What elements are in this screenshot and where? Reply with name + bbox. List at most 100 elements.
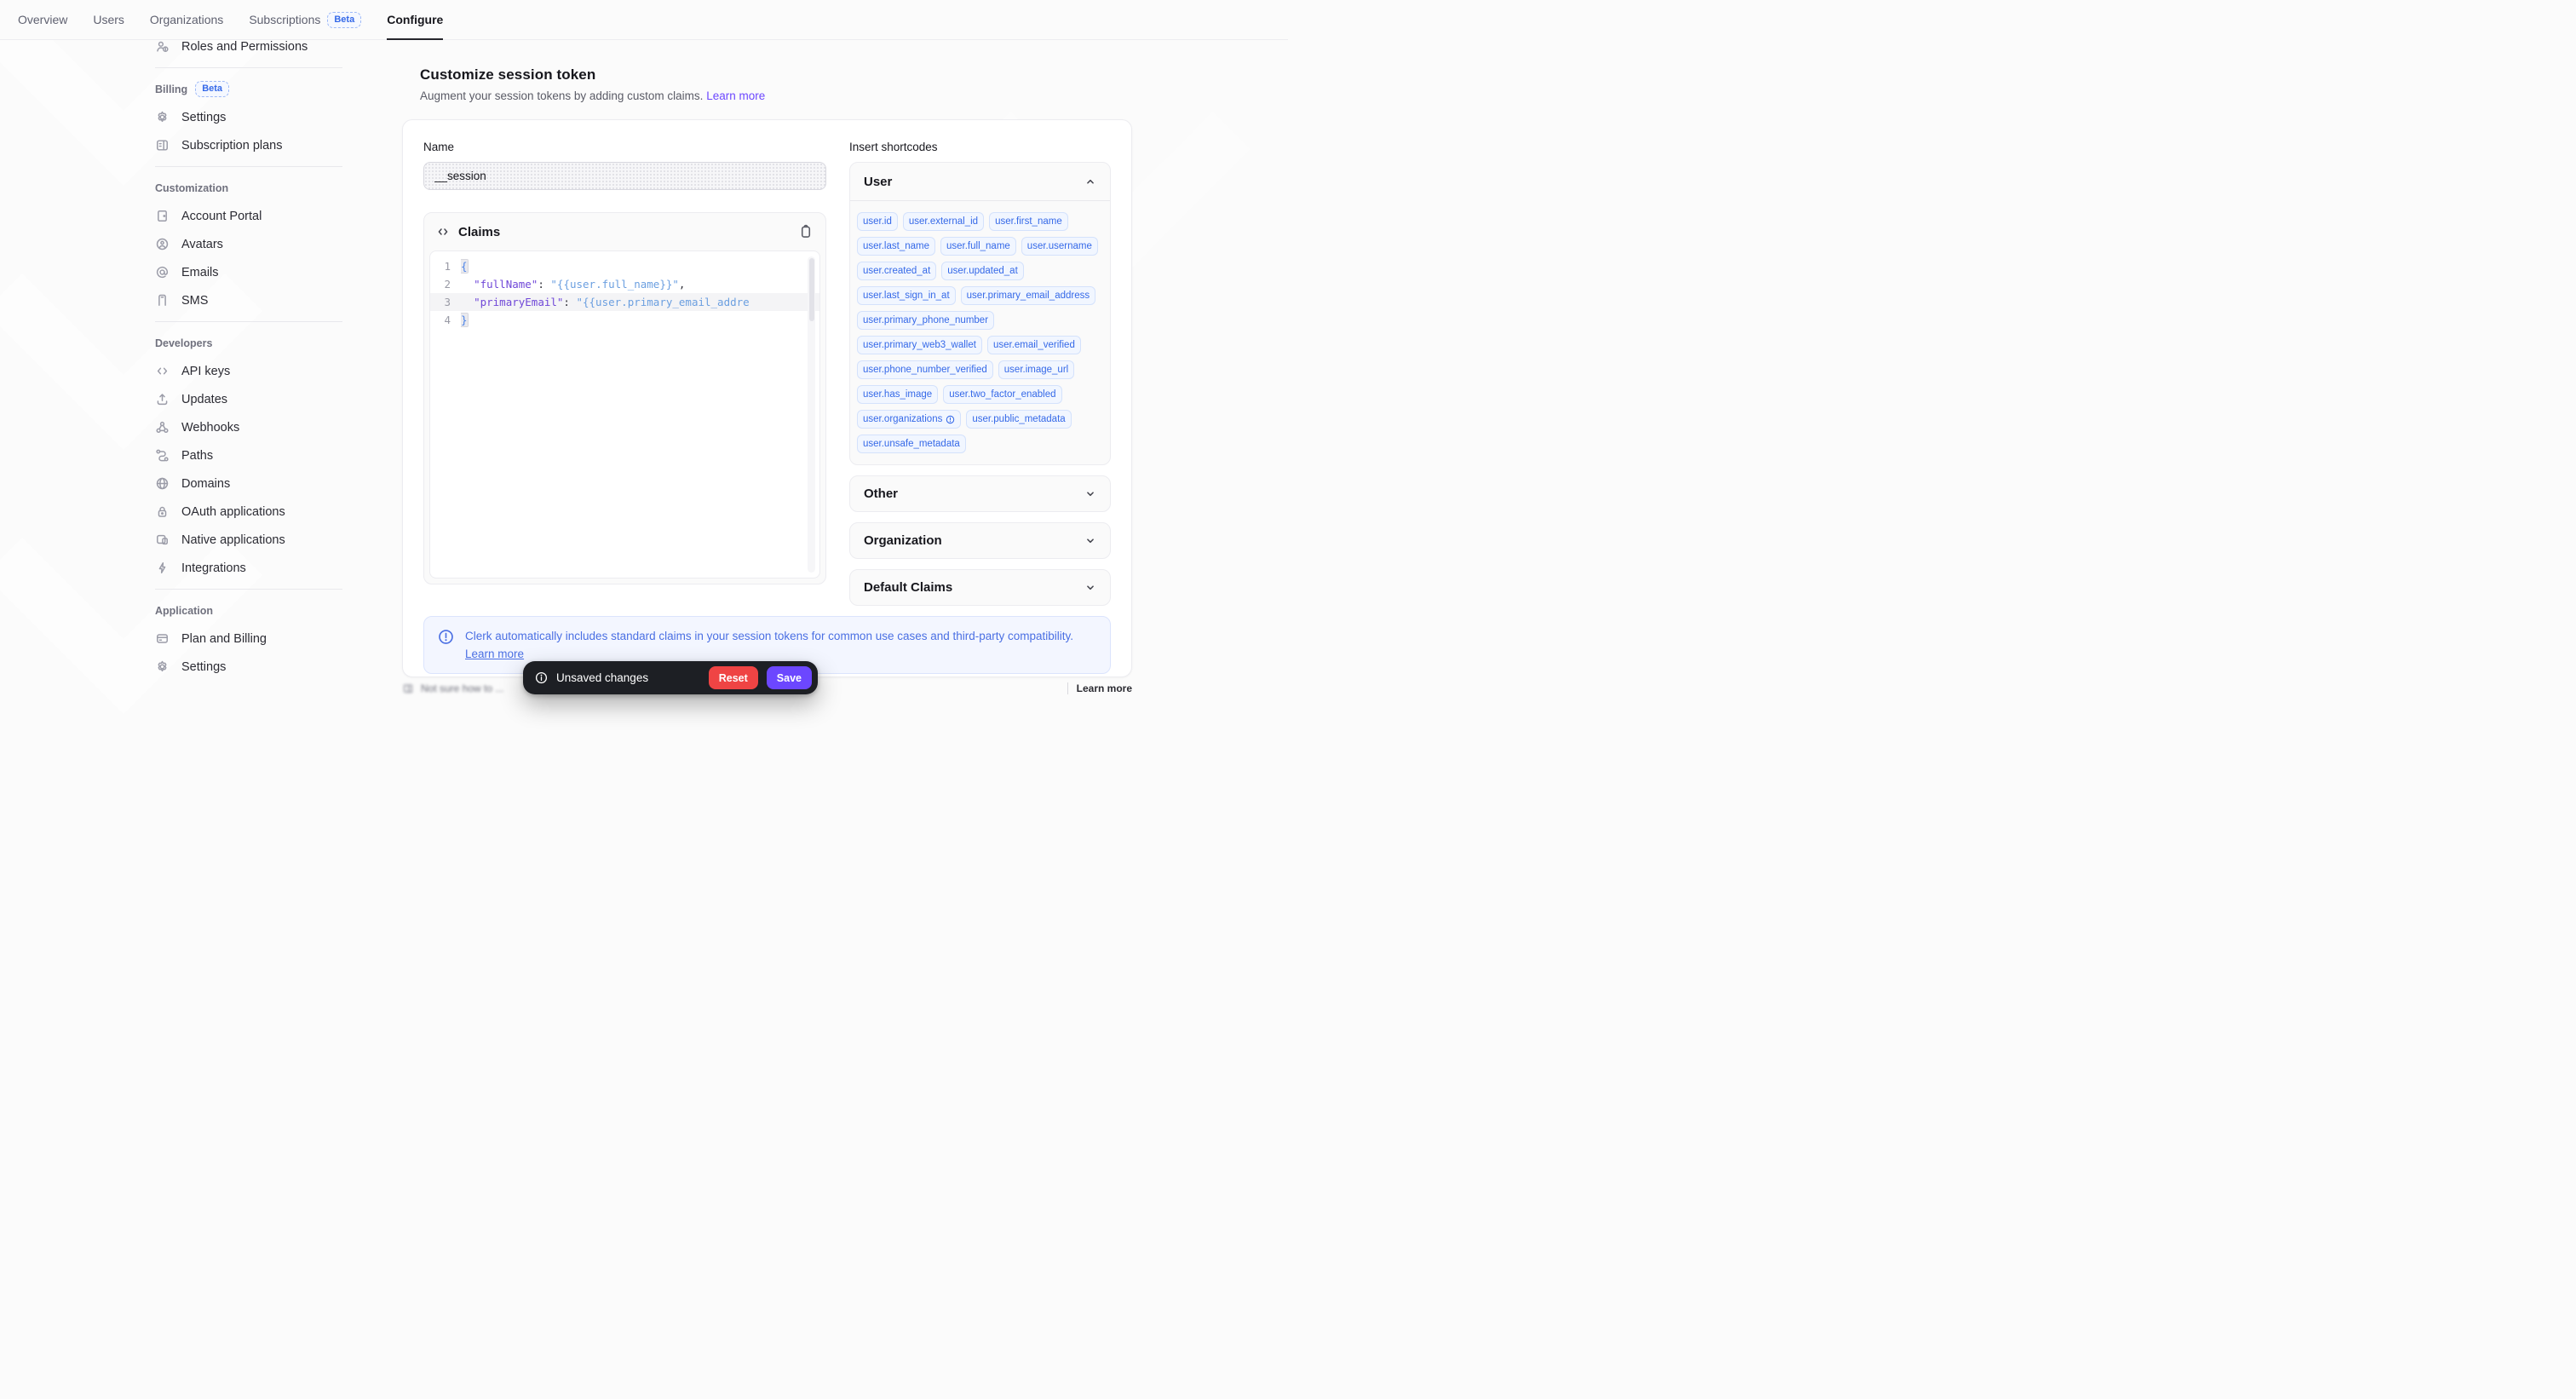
shortcode-chip-user-email-verified[interactable]: user.email_verified <box>987 336 1081 354</box>
copy-icon[interactable] <box>798 224 814 239</box>
tab-label: Subscriptions <box>249 13 320 26</box>
sidebar-item-label: SMS <box>181 294 208 308</box>
tab-users[interactable]: Users <box>93 0 124 39</box>
sidebar-item-api-keys[interactable]: API keys <box>155 357 342 385</box>
shortcode-group-other[interactable]: Other <box>849 475 1111 512</box>
chip-label: user.last_sign_in_at <box>863 290 950 302</box>
sidebar-divider <box>155 166 342 167</box>
chip-label: user.phone_number_verified <box>863 364 987 376</box>
code-token: "{{user.primary_email_addre <box>576 296 749 308</box>
chip-label: user.first_name <box>995 216 1062 227</box>
code-token: "fullName" <box>474 278 538 291</box>
sidebar-item-paths[interactable]: Paths <box>155 441 342 469</box>
bolt-icon <box>155 561 170 575</box>
portal-icon <box>155 209 170 223</box>
tab-overview[interactable]: Overview <box>18 0 67 39</box>
shortcode-chip-user-phone-number-verified[interactable]: user.phone_number_verified <box>857 360 993 379</box>
sidebar-item-label: OAuth applications <box>181 505 285 519</box>
shortcode-chip-user-unsafe-metadata[interactable]: user.unsafe_metadata <box>857 435 966 453</box>
sidebar-item-label: Updates <box>181 393 227 406</box>
sidebar-item-integrations[interactable]: Integrations <box>155 554 342 582</box>
save-button[interactable]: Save <box>767 666 812 689</box>
chip-label: user.external_id <box>909 216 978 227</box>
sidebar-item-account-portal[interactable]: Account Portal <box>155 202 342 230</box>
chip-label: user.created_at <box>863 265 930 277</box>
globe-icon <box>155 476 170 491</box>
group-label: Organization <box>864 533 942 548</box>
sidebar-item-emails[interactable]: Emails <box>155 258 342 286</box>
sidebar-item-sms[interactable]: SMS <box>155 286 342 314</box>
name-label: Name <box>423 141 826 153</box>
claims-title: Claims <box>458 225 790 239</box>
learn-more-link[interactable]: Learn more <box>706 89 765 102</box>
sidebar-item-settings[interactable]: Settings <box>155 103 342 131</box>
sidebar-item-oauth-applications[interactable]: OAuth applications <box>155 498 342 526</box>
shortcode-chip-user-has-image[interactable]: user.has_image <box>857 385 938 404</box>
shortcode-chip-user-image-url[interactable]: user.image_url <box>998 360 1074 379</box>
chip-label: user.username <box>1027 240 1092 252</box>
shortcode-chip-user-two-factor-enabled[interactable]: user.two_factor_enabled <box>943 385 1061 404</box>
tab-organizations[interactable]: Organizations <box>150 0 223 39</box>
sidebar-item-label: Emails <box>181 266 219 279</box>
book-icon <box>402 682 414 694</box>
group-label: User <box>864 175 892 189</box>
sidebar-item-native-applications[interactable]: Native applications <box>155 526 342 554</box>
shortcode-chip-user-first-name[interactable]: user.first_name <box>989 212 1068 231</box>
reset-button[interactable]: Reset <box>709 666 758 689</box>
footer-learn-more-link[interactable]: Learn more <box>1067 682 1132 694</box>
tab-label: Users <box>93 13 124 26</box>
shortcode-chip-user-full-name[interactable]: user.full_name <box>940 237 1016 256</box>
shortcode-chip-user-last-name[interactable]: user.last_name <box>857 237 935 256</box>
shortcode-chip-user-username[interactable]: user.username <box>1021 237 1098 256</box>
sidebar-item-label: Paths <box>181 449 213 463</box>
sidebar-item-webhooks[interactable]: Webhooks <box>155 413 342 441</box>
chip-label: user.full_name <box>946 240 1010 252</box>
shortcode-chip-user-created-at[interactable]: user.created_at <box>857 262 936 280</box>
chip-label: user.last_name <box>863 240 929 252</box>
shortcode-chip-user-updated-at[interactable]: user.updated_at <box>941 262 1024 280</box>
shortcode-chip-user-primary-email-address[interactable]: user.primary_email_address <box>961 286 1095 305</box>
sidebar: Roles and PermissionsBillingBetaSettings… <box>155 40 342 700</box>
sidebar-item-domains[interactable]: Domains <box>155 469 342 498</box>
claims-code-editor[interactable]: 1{2 "fullName": "{{user.full_name}}",3 "… <box>429 250 820 579</box>
sidebar-item-label: Integrations <box>181 561 246 575</box>
shortcode-group-organization[interactable]: Organization <box>849 522 1111 559</box>
tab-label: Organizations <box>150 13 223 26</box>
shortcode-chip-user-primary-phone-number[interactable]: user.primary_phone_number <box>857 311 994 330</box>
shortcode-chip-user-organizations[interactable]: user.organizations <box>857 410 961 429</box>
code-line: 1{ <box>430 257 819 275</box>
code-text: { <box>461 257 819 275</box>
editor-scrollbar[interactable] <box>808 256 815 573</box>
code-token: "{{user.full_name}}" <box>550 278 679 291</box>
shortcode-chip-user-primary-web3-wallet[interactable]: user.primary_web3_wallet <box>857 336 982 354</box>
shortcode-group-user: User user.id user.external_id user.first_n… <box>849 162 1111 465</box>
sidebar-item-avatars[interactable]: Avatars <box>155 230 342 258</box>
shortcode-chip-user-id[interactable]: user.id <box>857 212 898 231</box>
unsaved-changes-toast: Unsaved changes Reset Save <box>523 661 818 694</box>
banner-learn-more-link[interactable]: Learn more <box>465 648 524 660</box>
tab-subscriptions[interactable]: Subscriptions Beta <box>249 0 361 39</box>
shortcode-group-user-header[interactable]: User <box>850 163 1110 200</box>
claims-panel: Claims 1{2 "fullName": "{{user.full_name… <box>423 212 826 584</box>
shortcode-chip-user-last-sign-in-at[interactable]: user.last_sign_in_at <box>857 286 956 305</box>
code-line: 2 "fullName": "{{user.full_name}}", <box>430 275 819 293</box>
sidebar-section-label: Billing <box>155 83 187 95</box>
sidebar-item-label: Settings <box>181 111 226 124</box>
sidebar-item-label: Native applications <box>181 533 285 547</box>
token-form-column: Name Claims 1{2 "fullName": "{{user.full… <box>423 141 826 584</box>
shortcode-group-default-claims[interactable]: Default Claims <box>849 569 1111 606</box>
shortcode-chip-user-public-metadata[interactable]: user.public_metadata <box>966 410 1071 429</box>
shortcodes-title: Insert shortcodes <box>849 141 1111 153</box>
tab-configure[interactable]: Configure <box>387 0 443 39</box>
name-input[interactable] <box>423 162 826 190</box>
line-number: 1 <box>430 257 461 275</box>
sidebar-item-plan-and-billing[interactable]: Plan and Billing <box>155 625 342 653</box>
sidebar-item-settings[interactable]: Settings <box>155 653 342 681</box>
beta-badge: Beta <box>327 12 361 28</box>
chevron-down-icon <box>1084 535 1096 547</box>
chip-label: user.public_metadata <box>972 413 1065 425</box>
sidebar-item-subscription-plans[interactable]: Subscription plans <box>155 131 342 159</box>
sidebar-divider <box>155 589 342 590</box>
shortcode-chip-user-external-id[interactable]: user.external_id <box>903 212 984 231</box>
sidebar-item-updates[interactable]: Updates <box>155 385 342 413</box>
